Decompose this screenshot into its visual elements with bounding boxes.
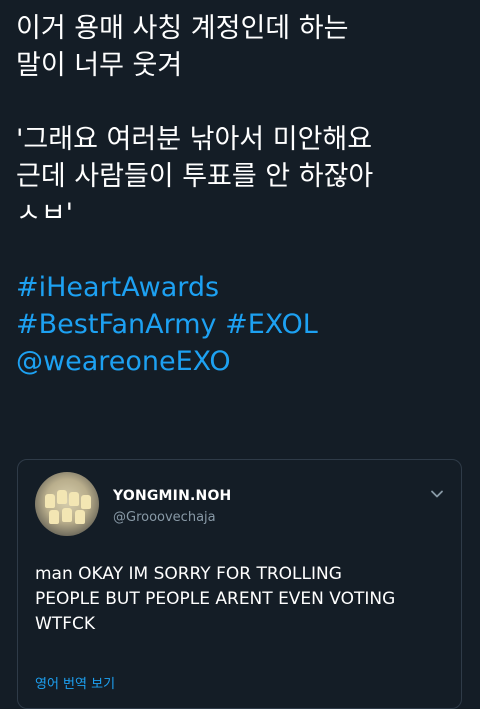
avatar-figure — [69, 492, 79, 506]
chevron-down-icon[interactable] — [429, 486, 445, 502]
avatar-figure — [45, 494, 55, 508]
quoted-text-line: PEOPLE BUT PEOPLE ARENT EVEN VOTING — [35, 589, 396, 609]
quoted-display-name[interactable]: YONGMIN.NOH — [113, 488, 231, 504]
tweet-text-gap — [16, 232, 472, 269]
hashtag-iheartawards[interactable]: #iHeartAwards — [16, 272, 219, 303]
tweet-text-line: ㅅㅂ' — [16, 198, 74, 229]
mention-line: @weareoneEXO — [16, 343, 472, 380]
quoted-text-line: man OKAY IM SORRY FOR TROLLING — [35, 564, 342, 584]
quoted-tweet-card[interactable]: YONGMIN.NOH @Grooovechaja man OKAY IM SO… — [17, 459, 462, 709]
avatar-figure — [57, 490, 67, 504]
avatar-figure — [62, 508, 72, 522]
hashtag-line: #BestFanArmy #EXOL — [16, 306, 472, 343]
avatar-figure — [75, 510, 85, 524]
avatar-figure — [49, 510, 59, 524]
mention-weareoneexo[interactable]: @weareoneEXO — [16, 346, 231, 377]
tweet: 이거 용매 사칭 계정인데 하는 말이 너무 웃겨 '그래요 여러분 낚아서 미… — [0, 0, 480, 709]
hashtag-line: #iHeartAwards — [16, 269, 472, 306]
tweet-text-line: '그래요 여러분 낚아서 미안해요 — [16, 124, 373, 155]
tweet-text: 이거 용매 사칭 계정인데 하는 말이 너무 웃겨 '그래요 여러분 낚아서 미… — [16, 10, 472, 380]
hashtag-exol[interactable]: #EXOL — [225, 309, 318, 340]
translate-link[interactable]: 영어 번역 보기 — [35, 673, 115, 692]
tweet-text-line: 말이 너무 웃겨 — [16, 50, 183, 81]
tweet-text-line: 이거 용매 사칭 계정인데 하는 — [16, 13, 349, 44]
tweet-text-line: 근데 사람들이 투표를 안 하잖아 — [16, 161, 374, 192]
hashtag-bestfanarmy[interactable]: #BestFanArmy — [16, 309, 217, 340]
avatar[interactable] — [35, 472, 99, 536]
avatar-figure — [81, 495, 91, 509]
quoted-handle[interactable]: @Grooovechaja — [113, 510, 216, 525]
tweet-text-gap — [16, 84, 472, 121]
quoted-tweet-text: man OKAY IM SORRY FOR TROLLING PEOPLE BU… — [35, 562, 455, 637]
quoted-text-line: WTFCK — [35, 614, 95, 634]
